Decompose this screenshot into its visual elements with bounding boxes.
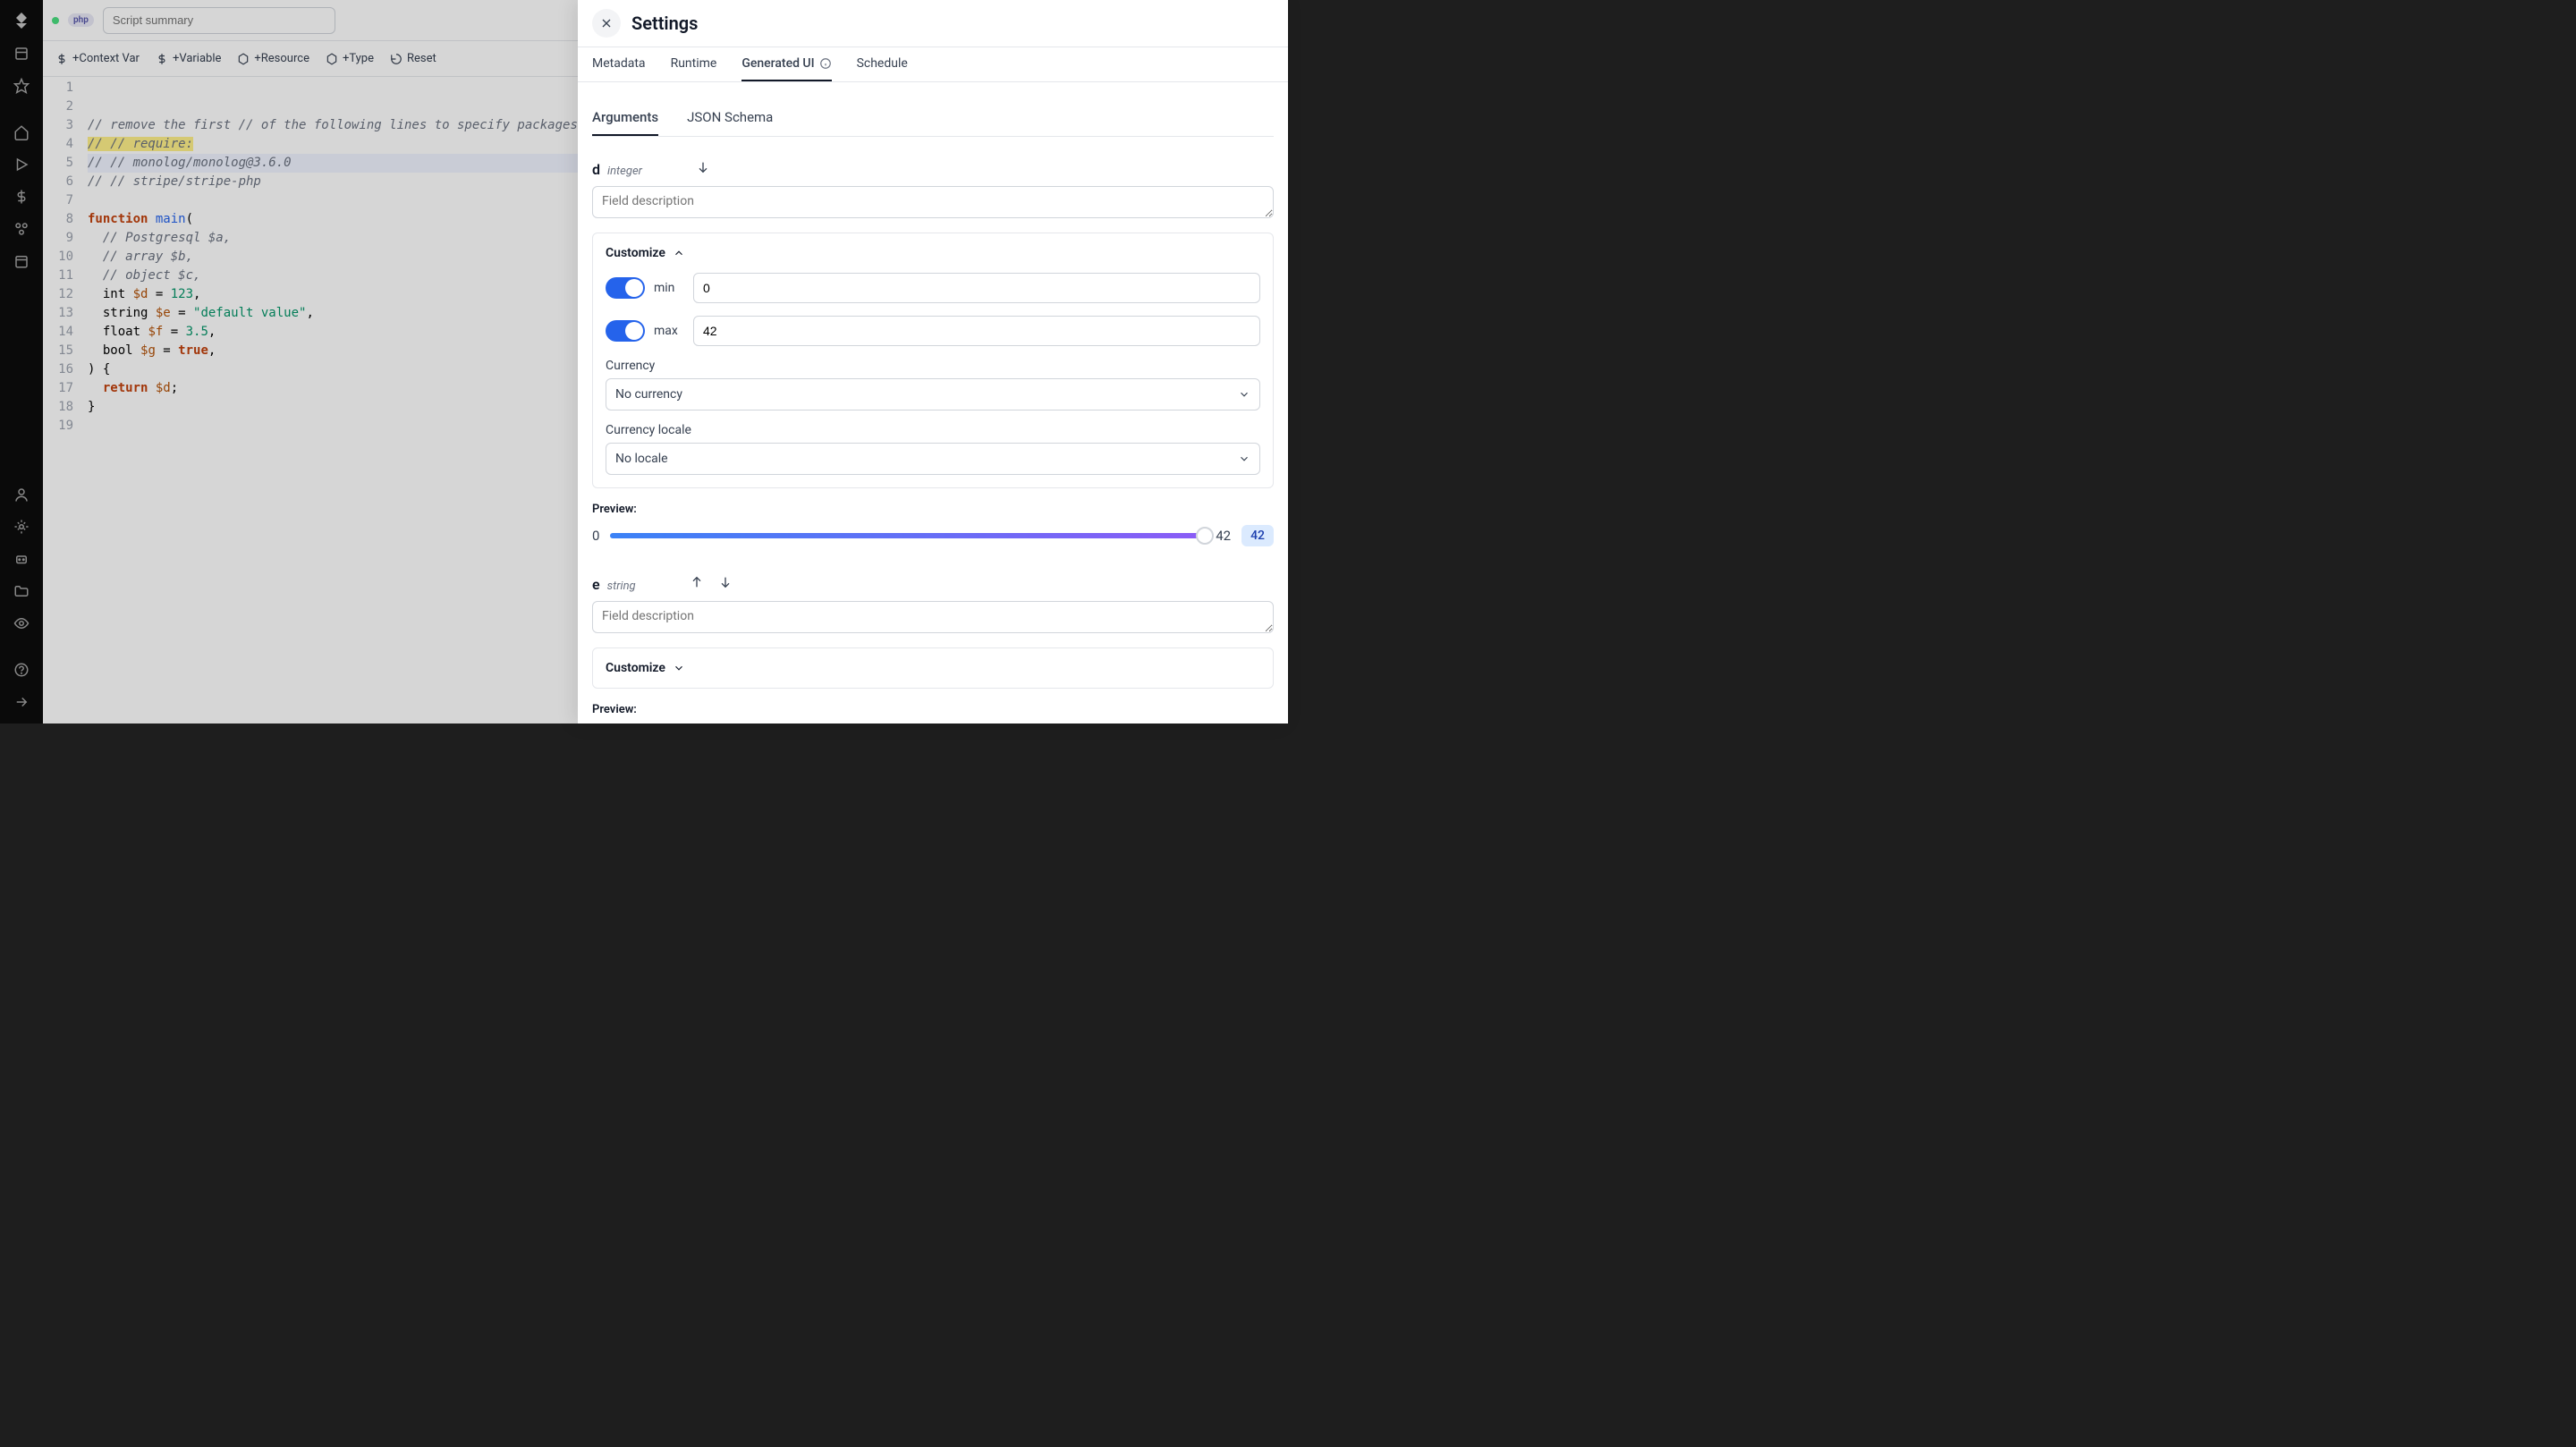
workspace-icon[interactable] [7,39,36,68]
summary-input[interactable] [103,7,335,34]
calendar-icon[interactable] [7,247,36,275]
logo-icon[interactable] [7,7,36,36]
arg-e-type: string [607,580,636,593]
bot-icon[interactable] [7,545,36,573]
close-icon [599,16,614,30]
slider-max: 42 [1216,528,1231,544]
arg-e-description-input[interactable] [592,601,1274,633]
variable-label: +Variable [173,52,221,65]
arg-d-customize-toggle[interactable]: Customize [606,246,1260,260]
tab-schedule[interactable]: Schedule [857,47,908,81]
customize-e-label: Customize [606,661,665,675]
resource-button[interactable]: +Resource [237,52,309,65]
reset-label: Reset [407,52,436,65]
play-icon[interactable] [7,150,36,179]
argument-e-block: e string Customize [592,573,1274,724]
arg-e-customize-toggle[interactable]: Customize [606,661,1260,675]
max-input[interactable] [693,316,1260,346]
folder-icon[interactable] [7,577,36,605]
tab-runtime[interactable]: Runtime [671,47,717,81]
variable-button[interactable]: +Variable [156,52,221,65]
slider-thumb[interactable] [1196,527,1214,545]
user-icon[interactable] [7,480,36,509]
lang-badge: php [68,13,94,27]
sub-tab-arguments[interactable]: Arguments [592,100,658,136]
arg-e-preview-label: Preview: [592,703,1274,716]
sub-tabs: Arguments JSON Schema [592,100,1274,137]
slider-value-badge: 42 [1241,525,1274,546]
panel-tabs: Metadata Runtime Generated UI Schedule [578,47,1288,82]
chevron-up-icon [673,247,685,259]
panel-title: Settings [631,13,698,34]
locale-value: No locale [615,452,668,466]
context-var-label: +Context Var [72,52,140,65]
expand-icon[interactable] [7,688,36,716]
settings-panel: Settings Metadata Runtime Generated UI S… [578,0,1288,724]
type-label: +Type [343,52,374,65]
locale-select[interactable]: No locale [606,443,1260,475]
argument-d-block: d integer Customize min [592,158,1274,546]
nav-sidebar [0,0,43,724]
arg-d-name: d [592,161,600,178]
preview-slider: 0 42 42 [592,525,1274,546]
home-icon[interactable] [7,118,36,147]
tab-generated-ui-label: Generated UI [741,56,814,71]
locale-label: Currency locale [606,423,1260,437]
customize-label: Customize [606,246,665,260]
reset-button[interactable]: Reset [390,52,436,65]
chevron-down-icon [1238,388,1250,401]
dollar-icon[interactable] [7,182,36,211]
min-toggle[interactable] [606,277,645,299]
slider-track[interactable] [610,533,1205,538]
arg-d-customize-box: Customize min max Currency [592,233,1274,488]
arg-e-move-up[interactable] [688,573,706,594]
tab-generated-ui[interactable]: Generated UI [741,47,831,81]
arg-d-description-input[interactable] [592,186,1274,218]
gear-icon[interactable] [7,512,36,541]
arg-d-preview-label: Preview: [592,503,1274,516]
chevron-down-icon [673,662,685,674]
max-row: max [606,316,1260,346]
info-icon [819,57,832,70]
help-icon[interactable] [7,656,36,684]
min-label: min [654,281,684,295]
resource-label: +Resource [254,52,309,65]
currency-select[interactable]: No currency [606,378,1260,410]
tab-metadata[interactable]: Metadata [592,47,646,81]
arg-e-move-down[interactable] [716,573,734,594]
max-toggle[interactable] [606,320,645,342]
arg-d-move-down[interactable] [694,158,712,179]
star-icon[interactable] [7,72,36,100]
chevron-down-icon [1238,453,1250,465]
argument-e-head: e string [592,573,1274,594]
line-gutter: 12345678910111213141516171819 [43,77,80,724]
arg-e-name: e [592,576,600,593]
arrow-down-icon [696,160,710,174]
max-label: max [654,324,684,338]
sub-tab-json-schema[interactable]: JSON Schema [687,100,773,136]
context-var-button[interactable]: +Context Var [55,52,140,65]
currency-label: Currency [606,359,1260,373]
close-button[interactable] [592,9,621,38]
status-dot-icon [52,17,59,24]
arg-d-type: integer [607,165,642,178]
arrow-up-icon [690,575,704,589]
min-row: min [606,273,1260,303]
panel-body: Arguments JSON Schema d integer Customiz… [578,82,1288,724]
panel-header: Settings [578,0,1288,47]
slider-min: 0 [592,528,599,544]
arrow-down-icon [718,575,733,589]
argument-d-head: d integer [592,158,1274,179]
type-button[interactable]: +Type [326,52,374,65]
min-input[interactable] [693,273,1260,303]
currency-value: No currency [615,387,682,402]
arg-e-customize-box: Customize [592,647,1274,689]
eye-icon[interactable] [7,609,36,638]
cubes-icon[interactable] [7,215,36,243]
